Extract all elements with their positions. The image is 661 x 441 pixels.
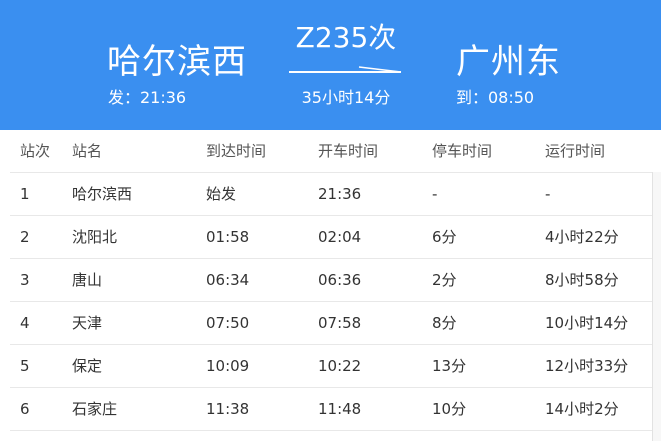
departure-time-cell: 10:22 bbox=[318, 357, 362, 375]
scrollbar-track[interactable] bbox=[652, 172, 661, 441]
departure-time-cell: 02:04 bbox=[318, 228, 362, 246]
stop-no: 3 bbox=[20, 271, 30, 289]
station-name: 沈阳北 bbox=[72, 228, 118, 246]
table-row[interactable]: 5 保定 10:09 10:22 13分 12小时33分 bbox=[0, 345, 661, 387]
arrival-time-cell: 06:34 bbox=[206, 271, 250, 289]
arrival-time: 到：08:50 bbox=[456, 88, 535, 107]
travel-duration: 35小时14分 bbox=[301, 88, 391, 107]
run-time-cell: 10小时14分 bbox=[545, 314, 629, 332]
stop-duration-cell: 10分 bbox=[432, 400, 467, 418]
departure-time-cell: 06:36 bbox=[318, 271, 362, 289]
station-name: 哈尔滨西 bbox=[72, 185, 133, 203]
station-name: 石家庄 bbox=[72, 400, 118, 418]
arrival-time-cell: 07:50 bbox=[206, 314, 250, 332]
run-time-cell: 8小时58分 bbox=[545, 271, 619, 289]
table-row[interactable]: 6 石家庄 11:38 11:48 10分 14小时2分 bbox=[0, 388, 661, 430]
departure-time-cell: 07:58 bbox=[318, 314, 362, 332]
col-header-station: 站名 bbox=[72, 142, 103, 160]
table-header-row: 站次 站名 到达时间 开车时间 停车时间 运行时间 bbox=[0, 130, 661, 172]
col-header-run-time: 运行时间 bbox=[545, 142, 606, 160]
col-header-stop-duration: 停车时间 bbox=[432, 142, 493, 160]
from-station: 哈尔滨西 bbox=[107, 42, 247, 82]
departure-time: 发：21:36 bbox=[108, 88, 187, 107]
table-row[interactable]: 1 哈尔滨西 始发 21:36 - - bbox=[0, 173, 661, 215]
table-row[interactable]: 2 沈阳北 01:58 02:04 6分 4小时22分 bbox=[0, 216, 661, 258]
departure-time-cell: 21:36 bbox=[318, 185, 362, 203]
arrival-time-cell: 始发 bbox=[206, 185, 237, 203]
table-row[interactable]: 4 天津 07:50 07:58 8分 10小时14分 bbox=[0, 302, 661, 344]
run-time-cell: 12小时33分 bbox=[545, 357, 629, 375]
station-name: 唐山 bbox=[72, 271, 103, 289]
stop-duration-cell: 2分 bbox=[432, 271, 457, 289]
col-header-departure: 开车时间 bbox=[318, 142, 379, 160]
col-header-arrival: 到达时间 bbox=[206, 142, 267, 160]
stop-no: 1 bbox=[20, 185, 30, 203]
stop-duration-cell: 8分 bbox=[432, 314, 457, 332]
to-station: 广州东 bbox=[456, 42, 561, 82]
station-name: 天津 bbox=[72, 314, 103, 332]
col-header-stop-no: 站次 bbox=[20, 142, 51, 160]
stop-no: 2 bbox=[20, 228, 30, 246]
stop-duration-cell: 13分 bbox=[432, 357, 467, 375]
stop-no: 6 bbox=[20, 400, 30, 418]
run-time-cell: 4小时22分 bbox=[545, 228, 619, 246]
departure-time-cell: 11:48 bbox=[318, 400, 362, 418]
train-number: Z235次 bbox=[295, 21, 397, 54]
divider bbox=[10, 430, 661, 431]
direction-arrow-icon bbox=[289, 66, 402, 73]
train-summary-header: 哈尔滨西 发：21:36 Z235次 35小时14分 广州东 到：08:50 bbox=[0, 0, 661, 130]
stop-no: 5 bbox=[20, 357, 30, 375]
arrival-time-cell: 10:09 bbox=[206, 357, 250, 375]
station-name: 保定 bbox=[72, 357, 103, 375]
run-time-cell: 14小时2分 bbox=[545, 400, 619, 418]
run-time-cell: - bbox=[545, 185, 551, 203]
arrival-time-cell: 11:38 bbox=[206, 400, 250, 418]
stop-no: 4 bbox=[20, 314, 30, 332]
table-row[interactable]: 3 唐山 06:34 06:36 2分 8小时58分 bbox=[0, 259, 661, 301]
arrival-time-cell: 01:58 bbox=[206, 228, 250, 246]
stop-duration-cell: - bbox=[432, 185, 438, 203]
stop-duration-cell: 6分 bbox=[432, 228, 457, 246]
